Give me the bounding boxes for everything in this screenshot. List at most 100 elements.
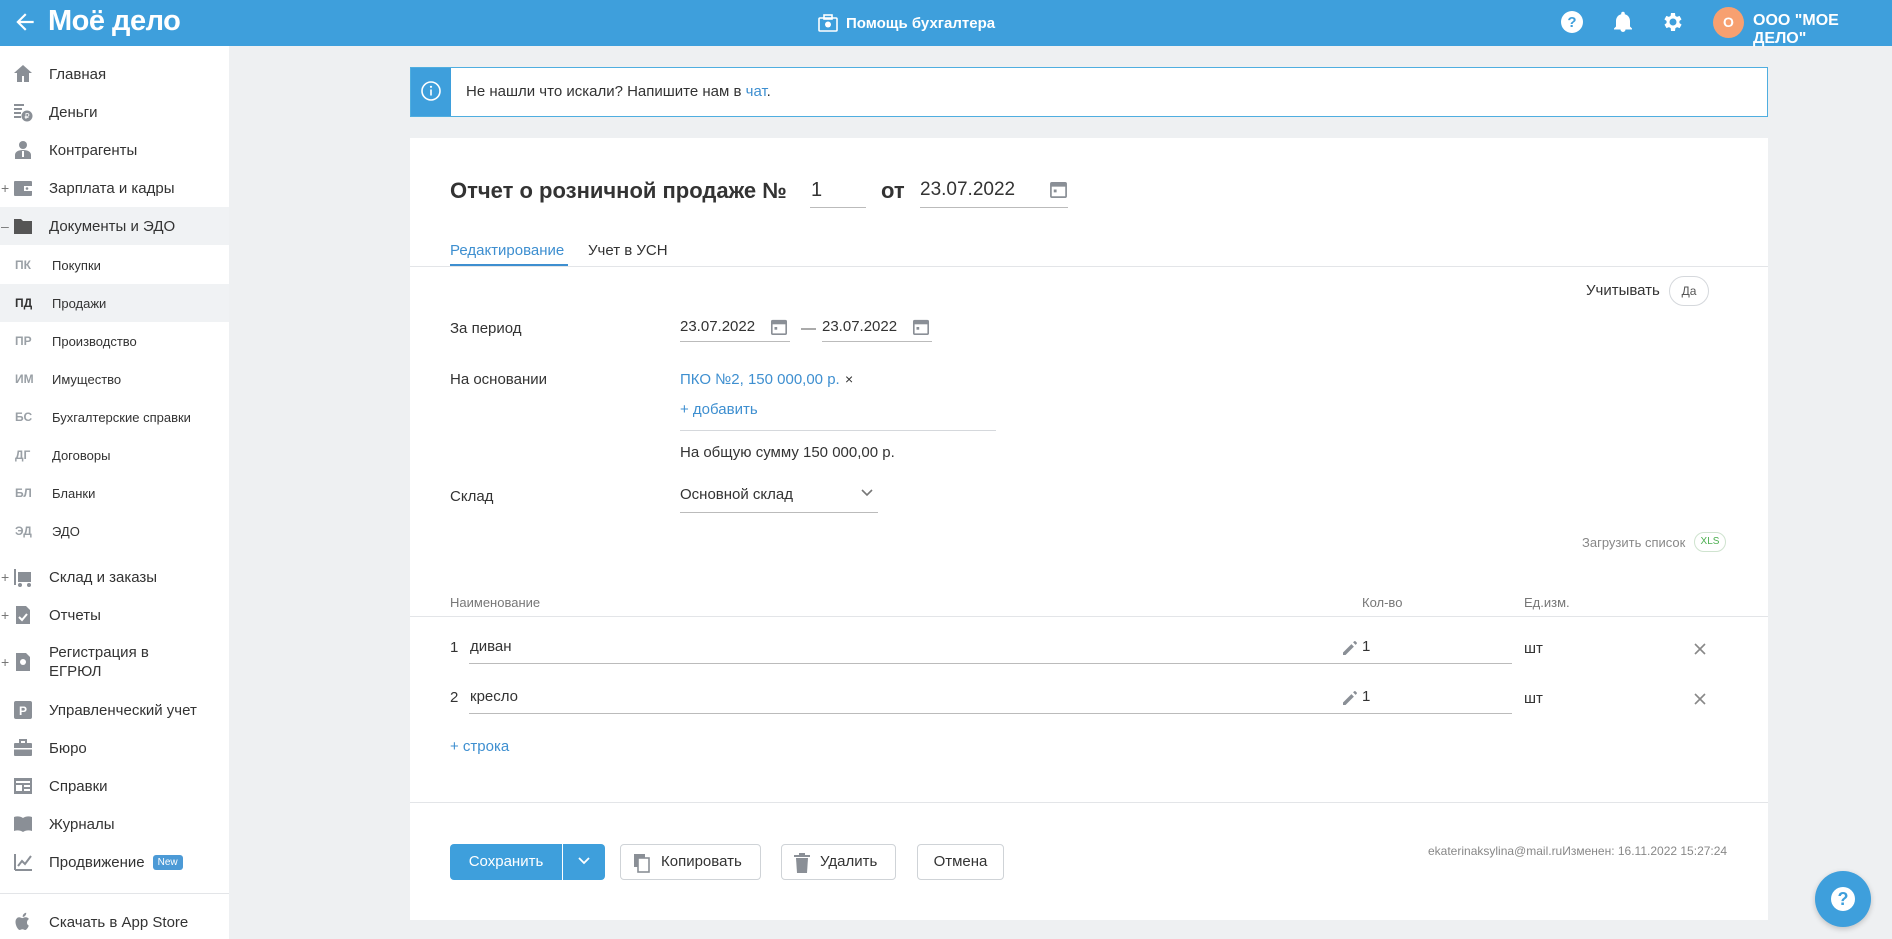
expand-icon[interactable]: + — [1, 180, 9, 196]
subitem-label: Имущество — [52, 371, 122, 387]
tab-usn-accounting[interactable]: Учет в УСН — [588, 242, 668, 259]
subitem-label: Покупки — [52, 257, 101, 273]
document-card: Отчет о розничной продаже № 1 от 23.07.2… — [410, 138, 1768, 920]
delete-row-icon[interactable] — [1693, 642, 1707, 656]
warehouse-select[interactable]: Основной склад — [680, 477, 878, 513]
sidebar-item-management[interactable]: P Управленческий учет — [0, 691, 229, 729]
period-to-input[interactable]: 23.07.2022 — [822, 312, 932, 342]
item-name-input[interactable]: кресло — [469, 680, 1362, 714]
sidebar-item-bureau[interactable]: Бюро — [0, 729, 229, 767]
calendar-icon[interactable] — [912, 318, 930, 336]
basis-document-link[interactable]: ПКО №2, 150 000,00 р. — [680, 371, 840, 388]
help-chat-button[interactable]: ? — [1815, 871, 1871, 927]
pencil-icon[interactable] — [1340, 638, 1360, 658]
delete-button-label: Удалить — [820, 853, 878, 870]
sidebar-item-promotion[interactable]: Продвижение New — [0, 843, 229, 881]
delete-row-icon[interactable] — [1693, 692, 1707, 706]
help-icon[interactable]: ? — [1560, 10, 1584, 34]
expand-icon[interactable]: + — [1, 569, 9, 585]
period-from-input[interactable]: 23.07.2022 — [680, 312, 790, 342]
column-header-unit: Ед.изм. — [1524, 595, 1570, 610]
tab-editing[interactable]: Редактирование — [450, 242, 564, 259]
calendar-icon[interactable] — [770, 318, 788, 336]
cancel-button[interactable]: Отмена — [917, 844, 1004, 880]
sidebar-item-warehouse[interactable]: + Склад и заказы — [0, 558, 229, 596]
org-name[interactable]: ООО "МОЕ ДЕЛО" — [1753, 12, 1892, 48]
sidebar-item-home[interactable]: Главная — [0, 55, 229, 93]
warehouse-icon — [14, 569, 31, 587]
add-row-link[interactable]: + строка — [450, 738, 509, 755]
add-basis-link[interactable]: + добавить — [680, 401, 758, 418]
logo[interactable]: Моё дело — [48, 5, 181, 38]
item-qty-input[interactable]: 1 — [1362, 630, 1512, 664]
sidebar-subitem-edo[interactable]: ЭД ЭДО — [0, 512, 229, 550]
sidebar-item-label: Документы и ЭДО — [49, 217, 176, 235]
briefcase-icon — [14, 739, 32, 756]
item-unit[interactable]: шт — [1524, 640, 1543, 657]
sidebar-item-money[interactable]: ₽ Деньги — [0, 93, 229, 131]
gear-icon[interactable] — [1661, 10, 1685, 34]
sidebar-subitem-production[interactable]: ПР Производство — [0, 322, 229, 360]
back-arrow-icon[interactable] — [12, 9, 38, 35]
item-unit[interactable]: шт — [1524, 690, 1543, 707]
remove-basis-icon[interactable]: × — [845, 371, 853, 387]
accountant-help-icon — [818, 14, 838, 32]
copy-button[interactable]: Копировать — [620, 844, 761, 880]
sidebar-item-label: Главная — [49, 65, 107, 83]
sidebar-item-references[interactable]: Справки — [0, 767, 229, 805]
save-options-button[interactable] — [563, 844, 605, 880]
period-from-value: 23.07.2022 — [680, 318, 756, 335]
expand-icon[interactable]: + — [1, 654, 9, 670]
subitem-abbr: ДГ — [15, 448, 31, 462]
document-number-input[interactable]: 1 — [810, 172, 866, 208]
sidebar-subitem-property[interactable]: ИМ Имущество — [0, 360, 229, 398]
document-date-input[interactable]: 23.07.2022 — [920, 172, 1068, 208]
pencil-icon[interactable] — [1340, 688, 1360, 708]
sidebar-item-journals[interactable]: Журналы — [0, 805, 229, 843]
total-amount: На общую сумму 150 000,00 р. — [680, 444, 895, 461]
sidebar-item-label: Деньги — [49, 103, 98, 121]
column-header-qty: Кол-во — [1362, 595, 1403, 610]
home-icon — [14, 65, 32, 82]
sidebar-item-salary[interactable]: + Зарплата и кадры — [0, 169, 229, 207]
sidebar-subitem-forms[interactable]: БЛ Бланки — [0, 474, 229, 512]
account-toggle[interactable]: Да — [1669, 276, 1709, 306]
item-name-value: кресло — [470, 688, 519, 705]
accountant-help-button[interactable]: Помощь бухгалтера — [818, 10, 995, 36]
chat-link[interactable]: чат — [746, 83, 767, 100]
banner-text: Не нашли что искали? Напишите нам в чат. — [466, 83, 771, 100]
sidebar-item-documents[interactable]: – Документы и ЭДО — [0, 207, 229, 245]
sidebar-item-app-store[interactable]: Скачать в App Store — [0, 903, 229, 939]
svg-text:₽: ₽ — [24, 112, 29, 121]
item-name-input[interactable]: диван — [469, 630, 1362, 664]
references-icon — [14, 778, 32, 794]
sidebar-item-registration[interactable]: + Регистрация в ЕГРЮЛ — [0, 640, 229, 684]
delete-button[interactable]: Удалить — [781, 844, 896, 880]
sidebar-item-label: Журналы — [49, 815, 115, 833]
chevron-down-icon — [578, 857, 590, 865]
upload-list-link[interactable]: Загрузить список — [1582, 535, 1685, 550]
promotion-icon — [14, 854, 32, 871]
save-button[interactable]: Сохранить — [450, 844, 562, 880]
subitem-abbr: ПД — [15, 296, 33, 310]
calendar-icon[interactable] — [1049, 180, 1068, 199]
sidebar-subitem-contracts[interactable]: ДГ Договоры — [0, 436, 229, 474]
reports-icon — [16, 606, 30, 624]
xls-badge[interactable]: XLS — [1694, 532, 1726, 552]
sidebar-subitem-sales[interactable]: ПД Продажи — [0, 284, 229, 322]
subitem-abbr: ЭД — [15, 524, 32, 538]
svg-text:?: ? — [1567, 14, 1576, 31]
sidebar-subitem-purchases[interactable]: ПК Покупки — [0, 246, 229, 284]
item-qty-input[interactable]: 1 — [1362, 680, 1512, 714]
promotion-label-text: Продвижение — [49, 853, 145, 871]
subitem-label: Производство — [52, 333, 137, 349]
sidebar-item-reports[interactable]: + Отчеты — [0, 596, 229, 634]
collapse-icon[interactable]: – — [1, 218, 9, 234]
org-avatar[interactable]: О — [1713, 7, 1744, 38]
subitem-abbr: БЛ — [15, 486, 32, 500]
bell-icon[interactable] — [1611, 10, 1635, 34]
sidebar-subitem-accounting-statements[interactable]: БС Бухгалтерские справки — [0, 398, 229, 436]
expand-icon[interactable]: + — [1, 607, 9, 623]
sidebar-item-contractors[interactable]: Контрагенты — [0, 131, 229, 169]
subitem-label: Бланки — [52, 485, 96, 501]
